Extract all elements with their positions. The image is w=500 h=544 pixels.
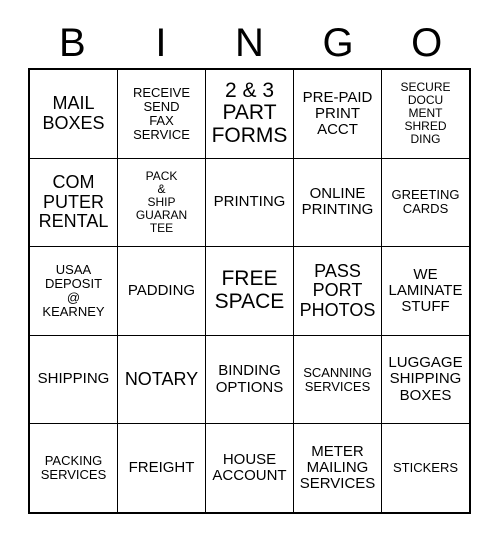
bingo-cell-label: NOTARY: [124, 368, 199, 389]
bingo-cell-label: HOUSE ACCOUNT: [212, 450, 287, 485]
bingo-cell-label: PRINTING: [213, 193, 286, 211]
bingo-cell[interactable]: PASS PORT PHOTOS: [294, 247, 382, 335]
bingo-cell[interactable]: NOTARY: [118, 335, 206, 424]
bingo-cell[interactable]: GREETING CARDS: [382, 159, 469, 247]
bingo-header-letter-o: O: [382, 18, 471, 68]
bingo-header-letter-b: B: [28, 18, 117, 68]
bingo-cell[interactable]: FREIGHT: [118, 424, 206, 512]
bingo-cell-label: PRE-PAID PRINT ACCT: [302, 88, 373, 138]
bingo-cell-label: COM PUTER RENTAL: [38, 172, 109, 232]
bingo-cell[interactable]: USAA DEPOSIT @ KEARNEY: [30, 247, 118, 335]
bingo-row: COM PUTER RENTAL PACK & SHIP GUARAN TEE …: [30, 158, 469, 248]
bingo-cell-label: FREIGHT: [128, 459, 195, 477]
bingo-row: USAA DEPOSIT @ KEARNEY PADDING FREE SPAC…: [30, 247, 469, 336]
bingo-cell[interactable]: HOUSE ACCOUNT: [206, 424, 294, 512]
header-letter-text: I: [155, 21, 167, 65]
free-space-label: FREE SPACE: [214, 267, 285, 313]
bingo-cell-label: PACKING SERVICES: [40, 453, 107, 483]
bingo-cell[interactable]: SECURE DOCU MENT SHRED DING: [382, 70, 469, 158]
bingo-cell[interactable]: COM PUTER RENTAL: [30, 158, 118, 247]
bingo-grid: MAIL BOXES RECEIVE SEND FAX SERVICE 2 & …: [28, 68, 471, 514]
bingo-header-letter-g: G: [294, 18, 383, 68]
bingo-cell[interactable]: WE LAMINATE STUFF: [382, 247, 469, 335]
bingo-cell-label: PASS PORT PHOTOS: [299, 260, 376, 320]
bingo-cell-label: 2 & 3 PART FORMS: [211, 78, 288, 148]
bingo-cell-label: LUGGAGE SHIPPING BOXES: [388, 354, 463, 404]
bingo-cell[interactable]: 2 & 3 PART FORMS: [206, 70, 294, 158]
bingo-cell[interactable]: PACKING SERVICES: [30, 424, 118, 512]
bingo-cell-label: WE LAMINATE STUFF: [388, 265, 463, 316]
header-letter-text: B: [58, 21, 86, 65]
bingo-cell[interactable]: METER MAILING SERVICES: [294, 424, 382, 512]
bingo-row: MAIL BOXES RECEIVE SEND FAX SERVICE 2 & …: [30, 70, 469, 159]
header-letter-text: O: [411, 21, 443, 65]
bingo-cell-label: MAIL BOXES: [42, 93, 105, 133]
bingo-row: PACKING SERVICES FREIGHT HOUSE ACCOUNT M…: [30, 424, 469, 512]
bingo-cell-label: PACK & SHIP GUARAN TEE: [135, 169, 188, 235]
bingo-cell[interactable]: BINDING OPTIONS: [206, 335, 294, 424]
bingo-cell[interactable]: MAIL BOXES: [30, 70, 118, 158]
bingo-header-letter-i: I: [117, 18, 206, 68]
bingo-cell-label: BINDING OPTIONS: [215, 362, 284, 396]
bingo-cell[interactable]: PRE-PAID PRINT ACCT: [294, 70, 382, 158]
bingo-row: SHIPPING NOTARY BINDING OPTIONS SCANNING…: [30, 335, 469, 425]
bingo-cell[interactable]: PACK & SHIP GUARAN TEE: [118, 158, 206, 247]
bingo-cell-free-space[interactable]: FREE SPACE: [206, 247, 294, 335]
bingo-cell-label: PADDING: [127, 281, 196, 299]
bingo-cell[interactable]: SHIPPING: [30, 335, 118, 424]
bingo-cell-label: SECURE DOCU MENT SHRED DING: [400, 80, 451, 147]
bingo-cell-label: RECEIVE SEND FAX SERVICE: [132, 84, 191, 142]
bingo-card: B I N G O MAIL BOXES RECEIVE SEND FAX SE…: [0, 0, 500, 544]
bingo-cell[interactable]: LUGGAGE SHIPPING BOXES: [382, 336, 469, 424]
bingo-header-letter-n: N: [205, 18, 294, 68]
bingo-cell[interactable]: PRINTING: [206, 158, 294, 247]
bingo-cell-label: SHIPPING: [37, 370, 110, 388]
bingo-cell[interactable]: PADDING: [118, 247, 206, 335]
bingo-cell-label: USAA DEPOSIT @ KEARNEY: [42, 261, 105, 320]
bingo-cell-label: ONLINE PRINTING: [301, 185, 374, 219]
bingo-cell-label: SCANNING SERVICES: [303, 364, 372, 394]
bingo-cell[interactable]: SCANNING SERVICES: [294, 335, 382, 424]
bingo-cell[interactable]: ONLINE PRINTING: [294, 158, 382, 247]
bingo-cell-label: GREETING CARDS: [391, 187, 460, 217]
bingo-cell-label: STICKERS: [392, 460, 458, 476]
bingo-cell[interactable]: RECEIVE SEND FAX SERVICE: [118, 70, 206, 158]
bingo-cell[interactable]: STICKERS: [382, 424, 469, 512]
header-letter-text: N: [235, 21, 264, 65]
header-letter-text: G: [322, 21, 354, 65]
bingo-cell-label: METER MAILING SERVICES: [299, 442, 376, 493]
bingo-header-row: B I N G O: [28, 18, 471, 68]
